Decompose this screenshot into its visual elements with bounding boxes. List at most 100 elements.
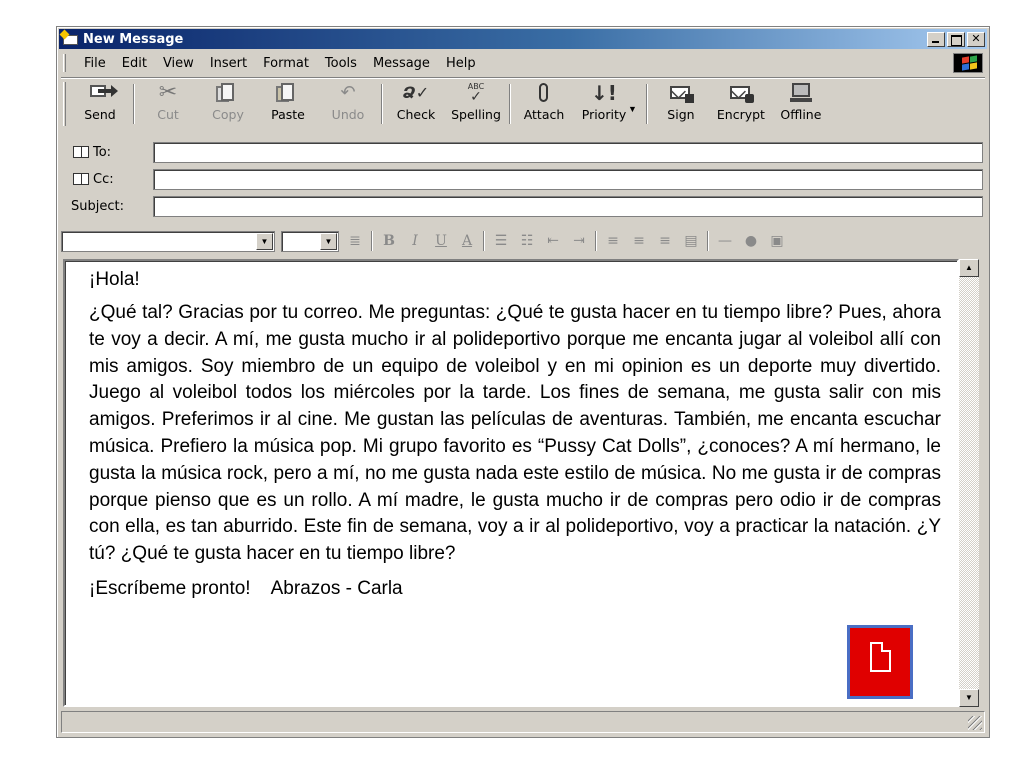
check-names-button[interactable]: Ձ✓ Check (386, 82, 446, 126)
menu-help[interactable]: Help (438, 56, 484, 71)
encrypt-button[interactable]: Encrypt (711, 82, 771, 126)
spelling-icon: ABC ✓ (462, 82, 490, 104)
copy-icon (214, 82, 242, 104)
send-button[interactable]: Send (70, 82, 130, 126)
increase-indent-icon[interactable]: ⇥ (569, 233, 589, 249)
send-label: Send (84, 107, 116, 122)
message-closing: ¡Escríbeme pronto! Abrazos - Carla (89, 577, 403, 599)
message-text: ¡Hola! ¿Qué tal? Gracias por tu correo. … (89, 269, 941, 609)
insert-picture-icon[interactable]: ▣ (767, 233, 787, 249)
font-color-icon[interactable]: A (457, 233, 477, 249)
menu-bar: File Edit View Insert Format Tools Messa… (61, 52, 985, 74)
copy-label: Copy (212, 107, 244, 122)
address-book-icon (73, 173, 89, 185)
sign-label: Sign (667, 107, 695, 122)
message-body-editor[interactable]: ¡Hola! ¿Qué tal? Gracias por tu correo. … (63, 259, 959, 707)
title-bar[interactable]: New Message ✕ (59, 29, 987, 49)
menu-tools[interactable]: Tools (317, 56, 365, 71)
offline-label: Offline (780, 107, 822, 122)
subject-field[interactable] (153, 195, 983, 217)
cc-label-button[interactable]: Cc: (61, 172, 153, 187)
maximize-button[interactable] (947, 31, 965, 47)
priority-button[interactable]: ↓! Priority (574, 82, 634, 126)
menu-edit[interactable]: Edit (114, 56, 155, 71)
paste-button[interactable]: Paste (258, 82, 318, 126)
italic-icon[interactable]: I (405, 233, 425, 249)
sign-button[interactable]: Sign (651, 82, 711, 126)
cc-row: Cc: (61, 168, 985, 190)
format-separator (707, 231, 709, 251)
scissors-icon: ✂ (158, 80, 178, 105)
align-center-icon[interactable]: ≡ (629, 233, 649, 249)
toolbar-separator (645, 84, 648, 124)
menu-format[interactable]: Format (255, 56, 317, 71)
minimize-button[interactable] (927, 31, 945, 47)
cc-label: Cc: (93, 171, 114, 187)
bulleted-list-icon[interactable]: ☷ (517, 233, 537, 249)
address-fields: To: Cc: Subject: (61, 135, 985, 221)
cut-button[interactable]: ✂ Cut (138, 82, 198, 126)
justify-icon[interactable]: ▤ (681, 233, 701, 249)
menu-message[interactable]: Message (365, 56, 438, 71)
copy-button[interactable]: Copy (198, 82, 258, 126)
chevron-down-icon[interactable]: ▼ (320, 232, 337, 250)
menu-view[interactable]: View (155, 56, 202, 71)
cc-field[interactable] (153, 168, 983, 190)
format-separator (371, 231, 373, 251)
formatting-toolbar: ▼ ▼ ≣ B I U A ☰ ☷ ⇤ ⇥ ≡ ≡ ≡ ▤ — ● ▣ (61, 227, 985, 255)
subject-row: Subject: (61, 195, 985, 217)
priority-dropdown-arrow-icon[interactable]: ▼ (628, 104, 637, 114)
toolbar-separator (509, 84, 511, 124)
font-size-select[interactable]: ▼ (281, 230, 339, 252)
sign-envelope-icon (667, 82, 695, 104)
format-separator (483, 231, 485, 251)
font-name-select[interactable]: ▼ (61, 230, 275, 252)
numbered-list-icon[interactable]: ☰ (491, 233, 511, 249)
scroll-down-icon[interactable]: ▼ (959, 689, 979, 707)
chevron-down-icon[interactable]: ▼ (256, 232, 273, 250)
toolbar-grip (63, 82, 66, 126)
message-greeting: ¡Hola! (89, 269, 140, 290)
address-book-icon (73, 146, 89, 158)
spelling-button[interactable]: ABC ✓ Spelling (446, 82, 506, 126)
bold-icon[interactable]: B (379, 233, 399, 249)
message-paragraph: ¿Qué tal? Gracias por tu correo. Me preg… (89, 302, 941, 565)
align-left-icon[interactable]: ≡ (603, 233, 623, 249)
send-icon (86, 82, 118, 104)
format-separator (595, 231, 597, 251)
hyperlink-icon[interactable]: ● (741, 233, 761, 249)
menu-grip (63, 54, 66, 72)
toolbar-separator (133, 84, 135, 124)
scroll-up-icon[interactable]: ▲ (959, 259, 979, 277)
undo-icon: ↶ (340, 82, 356, 103)
close-button[interactable]: ✕ (967, 31, 985, 47)
to-row: To: (61, 141, 985, 163)
paperclip-icon (530, 82, 558, 104)
undo-button[interactable]: ↶ Undo (318, 82, 378, 126)
attach-label: Attach (523, 107, 565, 122)
attach-button[interactable]: Attach (514, 82, 574, 126)
undo-label: Undo (331, 107, 365, 122)
paragraph-style-icon[interactable]: ≣ (345, 233, 365, 249)
spelling-label: Spelling (451, 107, 501, 122)
encrypt-label: Encrypt (716, 107, 765, 122)
new-message-icon (59, 29, 79, 46)
priority-icon: ↓! (591, 81, 617, 105)
status-bar (61, 711, 985, 733)
subject-label: Subject: (71, 198, 124, 214)
menu-file[interactable]: File (76, 56, 114, 71)
decrease-indent-icon[interactable]: ⇤ (543, 233, 563, 249)
to-field[interactable] (153, 141, 983, 163)
document-icon[interactable] (847, 625, 913, 699)
align-right-icon[interactable]: ≡ (655, 233, 675, 249)
windows-logo-icon (953, 53, 983, 73)
check-names-icon: Ձ✓ (402, 83, 430, 102)
menu-insert[interactable]: Insert (202, 56, 255, 71)
resize-grip-icon[interactable] (968, 716, 982, 730)
underline-icon[interactable]: U (431, 233, 451, 249)
offline-button[interactable]: Offline (771, 82, 831, 126)
horizontal-line-icon[interactable]: — (715, 233, 735, 249)
cut-label: Cut (157, 107, 179, 122)
vertical-scrollbar[interactable]: ▲ ▼ (959, 259, 979, 707)
to-label-button[interactable]: To: (61, 145, 153, 160)
